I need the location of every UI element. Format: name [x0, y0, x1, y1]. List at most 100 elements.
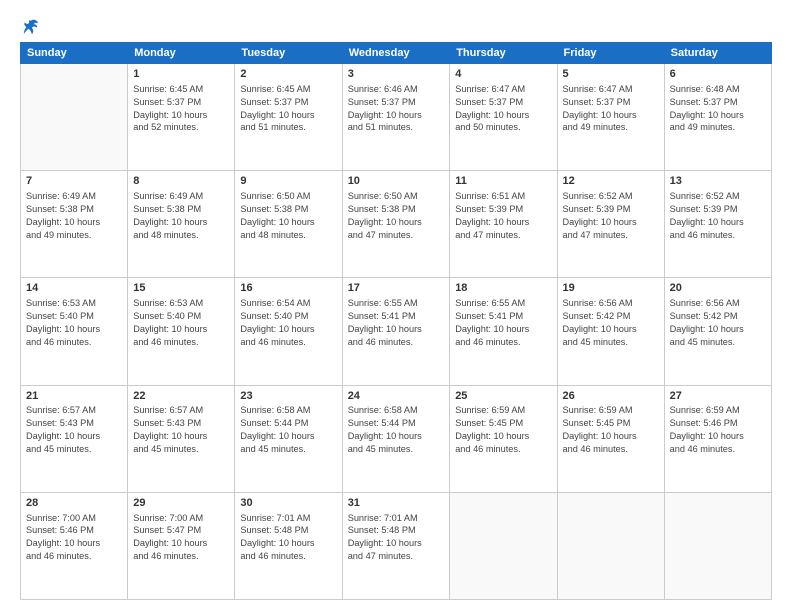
- day-info: Sunrise: 6:54 AM Sunset: 5:40 PM Dayligh…: [240, 297, 336, 349]
- day-number: 19: [563, 281, 659, 296]
- day-number: 17: [348, 281, 445, 296]
- calendar-day-cell: 27Sunrise: 6:59 AM Sunset: 5:46 PM Dayli…: [664, 385, 771, 492]
- logo-bird-icon: [22, 18, 40, 36]
- day-info: Sunrise: 7:01 AM Sunset: 5:48 PM Dayligh…: [240, 512, 336, 564]
- day-info: Sunrise: 6:57 AM Sunset: 5:43 PM Dayligh…: [133, 404, 229, 456]
- weekday-header-monday: Monday: [128, 43, 235, 64]
- day-number: 10: [348, 174, 445, 189]
- day-info: Sunrise: 6:50 AM Sunset: 5:38 PM Dayligh…: [240, 190, 336, 242]
- calendar-day-cell: 29Sunrise: 7:00 AM Sunset: 5:47 PM Dayli…: [128, 492, 235, 599]
- calendar-day-cell: 17Sunrise: 6:55 AM Sunset: 5:41 PM Dayli…: [342, 278, 450, 385]
- page: SundayMondayTuesdayWednesdayThursdayFrid…: [0, 0, 792, 612]
- calendar-day-cell: 19Sunrise: 6:56 AM Sunset: 5:42 PM Dayli…: [557, 278, 664, 385]
- calendar-day-cell: 8Sunrise: 6:49 AM Sunset: 5:38 PM Daylig…: [128, 171, 235, 278]
- day-info: Sunrise: 6:58 AM Sunset: 5:44 PM Dayligh…: [348, 404, 445, 456]
- calendar-day-cell: 31Sunrise: 7:01 AM Sunset: 5:48 PM Dayli…: [342, 492, 450, 599]
- weekday-header-tuesday: Tuesday: [235, 43, 342, 64]
- day-info: Sunrise: 6:47 AM Sunset: 5:37 PM Dayligh…: [563, 83, 659, 135]
- day-number: 27: [670, 389, 766, 404]
- day-number: 11: [455, 174, 551, 189]
- day-number: 28: [26, 496, 122, 511]
- calendar-day-cell: 4Sunrise: 6:47 AM Sunset: 5:37 PM Daylig…: [450, 64, 557, 171]
- day-info: Sunrise: 6:49 AM Sunset: 5:38 PM Dayligh…: [26, 190, 122, 242]
- day-info: Sunrise: 7:00 AM Sunset: 5:46 PM Dayligh…: [26, 512, 122, 564]
- day-info: Sunrise: 6:59 AM Sunset: 5:45 PM Dayligh…: [563, 404, 659, 456]
- calendar-day-cell: 22Sunrise: 6:57 AM Sunset: 5:43 PM Dayli…: [128, 385, 235, 492]
- day-number: 31: [348, 496, 445, 511]
- calendar-day-cell: 9Sunrise: 6:50 AM Sunset: 5:38 PM Daylig…: [235, 171, 342, 278]
- day-info: Sunrise: 6:57 AM Sunset: 5:43 PM Dayligh…: [26, 404, 122, 456]
- calendar-day-cell: 13Sunrise: 6:52 AM Sunset: 5:39 PM Dayli…: [664, 171, 771, 278]
- calendar-day-cell: 6Sunrise: 6:48 AM Sunset: 5:37 PM Daylig…: [664, 64, 771, 171]
- calendar-day-cell: 18Sunrise: 6:55 AM Sunset: 5:41 PM Dayli…: [450, 278, 557, 385]
- day-number: 2: [240, 67, 336, 82]
- day-number: 24: [348, 389, 445, 404]
- weekday-header-sunday: Sunday: [21, 43, 128, 64]
- day-info: Sunrise: 6:56 AM Sunset: 5:42 PM Dayligh…: [563, 297, 659, 349]
- day-number: 14: [26, 281, 122, 296]
- day-info: Sunrise: 7:00 AM Sunset: 5:47 PM Dayligh…: [133, 512, 229, 564]
- logo: [20, 18, 40, 36]
- day-info: Sunrise: 6:47 AM Sunset: 5:37 PM Dayligh…: [455, 83, 551, 135]
- calendar-day-cell: 1Sunrise: 6:45 AM Sunset: 5:37 PM Daylig…: [128, 64, 235, 171]
- day-number: 26: [563, 389, 659, 404]
- calendar-day-cell: 28Sunrise: 7:00 AM Sunset: 5:46 PM Dayli…: [21, 492, 128, 599]
- weekday-header-thursday: Thursday: [450, 43, 557, 64]
- calendar-day-cell: 30Sunrise: 7:01 AM Sunset: 5:48 PM Dayli…: [235, 492, 342, 599]
- day-number: 15: [133, 281, 229, 296]
- day-number: 12: [563, 174, 659, 189]
- day-number: 6: [670, 67, 766, 82]
- weekday-header-saturday: Saturday: [664, 43, 771, 64]
- day-number: 25: [455, 389, 551, 404]
- calendar-day-cell: [664, 492, 771, 599]
- calendar-day-cell: 10Sunrise: 6:50 AM Sunset: 5:38 PM Dayli…: [342, 171, 450, 278]
- day-number: 20: [670, 281, 766, 296]
- calendar-day-cell: 23Sunrise: 6:58 AM Sunset: 5:44 PM Dayli…: [235, 385, 342, 492]
- day-info: Sunrise: 6:55 AM Sunset: 5:41 PM Dayligh…: [348, 297, 445, 349]
- day-info: Sunrise: 6:45 AM Sunset: 5:37 PM Dayligh…: [133, 83, 229, 135]
- day-number: 13: [670, 174, 766, 189]
- calendar-week-3: 14Sunrise: 6:53 AM Sunset: 5:40 PM Dayli…: [21, 278, 772, 385]
- calendar-day-cell: 20Sunrise: 6:56 AM Sunset: 5:42 PM Dayli…: [664, 278, 771, 385]
- day-info: Sunrise: 6:59 AM Sunset: 5:46 PM Dayligh…: [670, 404, 766, 456]
- calendar-week-5: 28Sunrise: 7:00 AM Sunset: 5:46 PM Dayli…: [21, 492, 772, 599]
- calendar-day-cell: 12Sunrise: 6:52 AM Sunset: 5:39 PM Dayli…: [557, 171, 664, 278]
- day-info: Sunrise: 6:49 AM Sunset: 5:38 PM Dayligh…: [133, 190, 229, 242]
- day-number: 9: [240, 174, 336, 189]
- calendar-day-cell: 16Sunrise: 6:54 AM Sunset: 5:40 PM Dayli…: [235, 278, 342, 385]
- weekday-header-row: SundayMondayTuesdayWednesdayThursdayFrid…: [21, 43, 772, 64]
- calendar-day-cell: 5Sunrise: 6:47 AM Sunset: 5:37 PM Daylig…: [557, 64, 664, 171]
- day-number: 21: [26, 389, 122, 404]
- calendar-day-cell: 11Sunrise: 6:51 AM Sunset: 5:39 PM Dayli…: [450, 171, 557, 278]
- day-info: Sunrise: 6:53 AM Sunset: 5:40 PM Dayligh…: [133, 297, 229, 349]
- weekday-header-friday: Friday: [557, 43, 664, 64]
- day-number: 8: [133, 174, 229, 189]
- header: [20, 18, 772, 36]
- day-info: Sunrise: 6:46 AM Sunset: 5:37 PM Dayligh…: [348, 83, 445, 135]
- calendar-day-cell: 26Sunrise: 6:59 AM Sunset: 5:45 PM Dayli…: [557, 385, 664, 492]
- day-info: Sunrise: 6:48 AM Sunset: 5:37 PM Dayligh…: [670, 83, 766, 135]
- day-info: Sunrise: 6:58 AM Sunset: 5:44 PM Dayligh…: [240, 404, 336, 456]
- weekday-header-wednesday: Wednesday: [342, 43, 450, 64]
- calendar-day-cell: 2Sunrise: 6:45 AM Sunset: 5:37 PM Daylig…: [235, 64, 342, 171]
- day-number: 18: [455, 281, 551, 296]
- calendar-day-cell: 21Sunrise: 6:57 AM Sunset: 5:43 PM Dayli…: [21, 385, 128, 492]
- calendar-day-cell: [557, 492, 664, 599]
- calendar-day-cell: [450, 492, 557, 599]
- calendar-week-2: 7Sunrise: 6:49 AM Sunset: 5:38 PM Daylig…: [21, 171, 772, 278]
- day-info: Sunrise: 6:56 AM Sunset: 5:42 PM Dayligh…: [670, 297, 766, 349]
- day-info: Sunrise: 6:51 AM Sunset: 5:39 PM Dayligh…: [455, 190, 551, 242]
- day-number: 1: [133, 67, 229, 82]
- day-number: 3: [348, 67, 445, 82]
- day-info: Sunrise: 6:55 AM Sunset: 5:41 PM Dayligh…: [455, 297, 551, 349]
- day-number: 7: [26, 174, 122, 189]
- day-number: 22: [133, 389, 229, 404]
- day-info: Sunrise: 6:45 AM Sunset: 5:37 PM Dayligh…: [240, 83, 336, 135]
- day-info: Sunrise: 6:53 AM Sunset: 5:40 PM Dayligh…: [26, 297, 122, 349]
- calendar-day-cell: 24Sunrise: 6:58 AM Sunset: 5:44 PM Dayli…: [342, 385, 450, 492]
- day-info: Sunrise: 6:50 AM Sunset: 5:38 PM Dayligh…: [348, 190, 445, 242]
- calendar-day-cell: 25Sunrise: 6:59 AM Sunset: 5:45 PM Dayli…: [450, 385, 557, 492]
- calendar-day-cell: 15Sunrise: 6:53 AM Sunset: 5:40 PM Dayli…: [128, 278, 235, 385]
- calendar-week-1: 1Sunrise: 6:45 AM Sunset: 5:37 PM Daylig…: [21, 64, 772, 171]
- day-info: Sunrise: 6:59 AM Sunset: 5:45 PM Dayligh…: [455, 404, 551, 456]
